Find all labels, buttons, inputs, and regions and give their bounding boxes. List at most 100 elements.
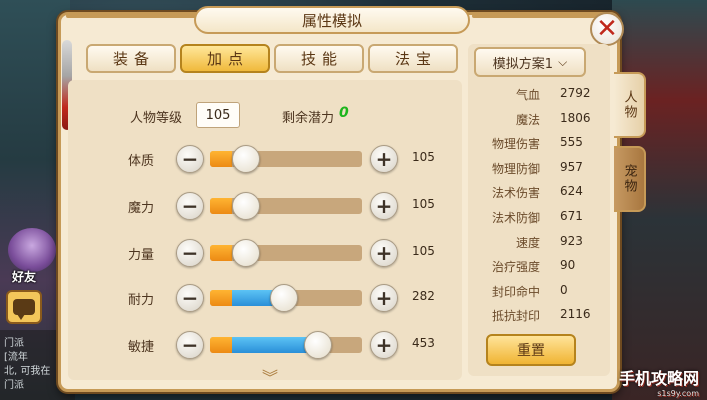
plus-icon: +: [375, 194, 393, 218]
plus-icon: +: [375, 333, 393, 357]
attribute-value: 671: [560, 209, 583, 223]
attribute-label: 封印命中: [491, 284, 540, 299]
minus-icon: −: [181, 147, 199, 171]
increase-button[interactable]: +: [370, 239, 398, 267]
stat-value: 453: [412, 336, 435, 350]
attribute-row: 气血 2792: [470, 86, 598, 106]
potential-label: 剩余潜力: [282, 111, 335, 126]
increase-button[interactable]: +: [370, 331, 398, 359]
slider-handle[interactable]: [232, 239, 260, 267]
attribute-label: 抵抗封印: [491, 309, 540, 324]
slider-handle[interactable]: [270, 284, 298, 312]
attribute-row: 法术伤害 624: [470, 184, 598, 204]
slider-base-fill: [210, 245, 232, 261]
attribute-value: 2792: [560, 86, 591, 100]
attribute-label: 法术防御: [491, 211, 540, 225]
tab-add-points[interactable]: 加点: [180, 44, 270, 73]
attribute-value: 624: [560, 184, 583, 199]
increase-button[interactable]: +: [370, 192, 398, 220]
stat-value: 105: [412, 197, 435, 211]
slider-base-fill: [210, 290, 232, 306]
plus-icon: +: [375, 147, 393, 171]
minus-icon: −: [181, 241, 199, 265]
attribute-value: 555: [560, 135, 583, 150]
slider-handle[interactable]: [232, 145, 260, 173]
slider-handle[interactable]: [304, 331, 332, 359]
close-icon: ✕: [596, 14, 618, 44]
stat-slider[interactable]: [210, 239, 362, 267]
increase-button[interactable]: +: [370, 145, 398, 173]
window-title: 属性模拟: [194, 6, 470, 34]
title-decoration-left: [66, 14, 196, 18]
attribute-row: 速度 923: [470, 234, 598, 254]
attribute-label: 法术伤害: [491, 186, 540, 201]
stat-label: 耐力: [128, 293, 155, 308]
attribute-row: 物理防御 957: [470, 160, 598, 180]
attribute-row: 抵抗封印 2116: [470, 307, 598, 327]
scheme-selected-value: 模拟方案1: [492, 56, 554, 72]
side-tab-pet[interactable]: 宠物: [614, 146, 646, 212]
attribute-row: 治疗强度 90: [470, 258, 598, 278]
stat-row: 耐力 − +282: [0, 283, 470, 313]
decrease-button[interactable]: −: [176, 331, 204, 359]
stat-label: 体质: [128, 154, 155, 169]
stat-slider[interactable]: [210, 331, 362, 359]
chevron-down-icon: ⌵: [558, 54, 568, 69]
decrease-button[interactable]: −: [176, 239, 204, 267]
stat-row: 魔力 − +105: [0, 191, 470, 221]
stat-value: 282: [412, 289, 435, 303]
attribute-value: 1806: [560, 110, 591, 125]
attribute-value: 0: [560, 282, 568, 297]
stat-label: 魔力: [128, 201, 155, 216]
increase-button[interactable]: +: [370, 284, 398, 312]
attribute-value: 2116: [560, 307, 591, 322]
stat-row: 敏捷 − +453: [0, 330, 470, 360]
attribute-row: 物理伤害 555: [470, 135, 598, 155]
slider-base-fill: [210, 337, 232, 353]
decrease-button[interactable]: −: [176, 284, 204, 312]
attribute-value: 90: [560, 258, 576, 273]
chat-line: 北, 可我在: [4, 366, 51, 377]
stat-slider[interactable]: [210, 145, 362, 173]
side-tab-character[interactable]: 人物: [614, 72, 646, 138]
plus-icon: +: [375, 241, 393, 265]
attribute-label: 物理防御: [491, 161, 540, 176]
slider-base-fill: [210, 198, 232, 214]
attribute-label: 物理伤害: [491, 137, 540, 152]
stat-row: 体质 − +105: [0, 144, 470, 174]
stat-label: 敏捷: [128, 340, 155, 355]
plus-icon: +: [375, 286, 393, 310]
tab-skills[interactable]: 技能: [274, 44, 364, 73]
slider-base-fill: [210, 151, 232, 167]
close-button[interactable]: ✕: [590, 12, 624, 46]
potential-value: 0: [339, 105, 349, 121]
attribute-label: 速度: [515, 235, 540, 250]
decrease-button[interactable]: −: [176, 192, 204, 220]
level-value: 105: [196, 102, 240, 128]
tab-equipment[interactable]: 装备: [86, 44, 176, 73]
attribute-label: 治疗强度: [491, 260, 540, 275]
decrease-button[interactable]: −: [176, 145, 204, 173]
level-label: 人物等级: [130, 111, 183, 126]
minus-icon: −: [181, 333, 199, 357]
stat-slider[interactable]: [210, 284, 362, 312]
attribute-label: 气血: [515, 88, 540, 102]
watermark-logo: 手机攻略网 s1s9y.com: [619, 365, 699, 398]
title-decoration-right: [472, 14, 602, 18]
attribute-value: 957: [560, 159, 583, 174]
attribute-value: 923: [560, 233, 583, 248]
minus-icon: −: [181, 194, 199, 218]
minus-icon: −: [181, 286, 199, 310]
tab-treasure[interactable]: 法宝: [368, 44, 458, 73]
attribute-row: 封印命中 0: [470, 283, 598, 303]
scheme-dropdown[interactable]: 模拟方案1 ⌵: [474, 47, 586, 77]
chevron-down-icon[interactable]: ︾: [262, 370, 278, 386]
slider-handle[interactable]: [232, 192, 260, 220]
stat-row: 力量 − +105: [0, 238, 470, 268]
watermark-main: 手机攻略网: [618, 369, 699, 388]
reset-button[interactable]: 重置: [486, 334, 576, 366]
chat-line: 门派: [4, 380, 24, 391]
stat-label: 力量: [128, 248, 155, 263]
stat-slider[interactable]: [210, 192, 362, 220]
attribute-row: 法术防御 671: [470, 209, 598, 229]
